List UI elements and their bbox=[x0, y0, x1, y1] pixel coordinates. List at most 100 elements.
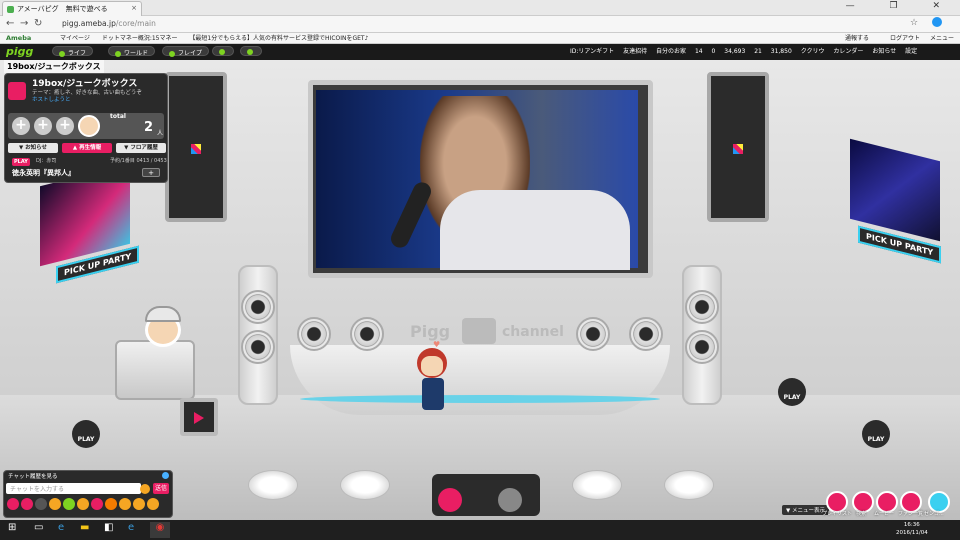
bookmark-mypage[interactable]: マイページ bbox=[60, 35, 90, 42]
file-explorer-icon[interactable]: ▬ bbox=[80, 522, 89, 533]
extra-label: ゼンゴ... bbox=[924, 511, 944, 517]
play-button-left[interactable]: PLAY bbox=[72, 420, 100, 448]
chat-input[interactable]: チャットを入力する bbox=[6, 483, 141, 494]
total-unit: 人 bbox=[157, 130, 164, 137]
add-member-button[interactable]: + bbox=[12, 117, 30, 135]
window-controls[interactable]: — ❐ ✕ bbox=[846, 1, 956, 11]
dj-name: DJ：赤司 bbox=[36, 158, 57, 164]
nav-world-label: ワールド bbox=[124, 50, 149, 57]
speaker-icon bbox=[297, 317, 331, 351]
emote-icon[interactable] bbox=[35, 498, 47, 510]
stage-glow bbox=[300, 395, 660, 403]
browser-tab-bar bbox=[0, 0, 960, 16]
bookmark-campaign[interactable]: 【最短1分でもらえる】人気の有料サービス登録でHICOINをGET♪ bbox=[189, 35, 368, 42]
life-icon bbox=[59, 50, 65, 57]
clock-date: 2016/11/04 bbox=[896, 530, 928, 536]
tab-close-icon[interactable]: × bbox=[131, 4, 137, 12]
play-badge: PLAY bbox=[12, 158, 30, 166]
edge-icon[interactable]: e bbox=[58, 522, 64, 533]
task-view-icon[interactable]: ▭ bbox=[34, 522, 43, 533]
taskbar-clock[interactable]: 16:36 2016/11/04 bbox=[896, 521, 928, 537]
nav-extra[interactable] bbox=[240, 46, 262, 56]
add-song-button[interactable]: + bbox=[142, 168, 160, 177]
emote-icon[interactable] bbox=[63, 498, 75, 510]
bookmark-dotmoney[interactable]: ドットマネー概況:15マネー bbox=[102, 35, 178, 42]
logout-link[interactable]: ログアウト bbox=[890, 33, 920, 42]
play-button-right-top[interactable]: PLAY bbox=[778, 378, 806, 406]
extra-icon bbox=[247, 48, 253, 55]
reload-icon[interactable]: ↻ bbox=[34, 18, 42, 29]
gift-link[interactable]: ID:リアンギフト bbox=[570, 48, 614, 55]
store-icon[interactable]: ◧ bbox=[104, 522, 113, 533]
floor-disc bbox=[248, 470, 298, 500]
speaker-icon bbox=[241, 290, 275, 324]
speaker-icon bbox=[350, 317, 384, 351]
url-path: /core/main bbox=[115, 19, 156, 28]
tab-news[interactable]: ▼ お知らせ bbox=[8, 143, 58, 153]
dj-monitor bbox=[180, 398, 218, 436]
member-avatar[interactable] bbox=[78, 115, 100, 137]
star-icon[interactable]: ☆ bbox=[910, 18, 918, 28]
gold-count: 31,850 bbox=[770, 48, 792, 55]
report-link[interactable]: 通報する bbox=[845, 33, 869, 42]
tab-playback[interactable]: ▲ 再生情報 bbox=[62, 143, 112, 153]
avatar-face[interactable] bbox=[421, 356, 443, 376]
forward-icon[interactable]: → bbox=[20, 18, 28, 29]
kukuriu-link[interactable]: ククリウ bbox=[801, 48, 825, 55]
news-link[interactable]: お知らせ bbox=[872, 48, 896, 55]
avatar-body[interactable] bbox=[422, 378, 444, 410]
ameba-brand[interactable]: Ameba bbox=[0, 33, 37, 43]
start-icon[interactable]: ⊞ bbox=[8, 522, 16, 533]
emote-icon[interactable] bbox=[119, 498, 131, 510]
extension-icon[interactable] bbox=[932, 17, 942, 27]
total-label: total bbox=[110, 113, 126, 120]
emote-icon[interactable] bbox=[49, 498, 61, 510]
url-field[interactable]: pigg.ameba.jp/core/main bbox=[52, 19, 892, 31]
back-icon[interactable]: ← bbox=[6, 18, 14, 29]
emote-heart-icon[interactable] bbox=[7, 498, 19, 510]
search-label: 検索 bbox=[856, 511, 867, 517]
invite-link[interactable]: 友達招待 bbox=[623, 48, 647, 55]
monitor-play-icon bbox=[194, 412, 204, 424]
stage-platform bbox=[290, 345, 670, 415]
emote-icon[interactable] bbox=[133, 498, 145, 510]
left-wall-panel bbox=[165, 72, 227, 222]
settings-link[interactable]: 設定 bbox=[905, 48, 917, 55]
nav-life-label: ライフ bbox=[68, 50, 87, 57]
total-count: 2 bbox=[144, 120, 154, 135]
playlist-label: プレイリスト bbox=[822, 511, 853, 517]
chat-close-icon[interactable] bbox=[162, 472, 169, 479]
calendar-link[interactable]: カレンダー bbox=[833, 48, 863, 55]
home-link[interactable]: 自分のお家 bbox=[656, 48, 686, 55]
ie-icon[interactable]: e bbox=[128, 522, 134, 533]
cube-icon bbox=[733, 144, 743, 154]
floor-disc bbox=[340, 470, 390, 500]
nav-shop[interactable] bbox=[212, 46, 234, 56]
add-member-button[interactable]: + bbox=[34, 117, 52, 135]
coin-count: 34,693 bbox=[724, 48, 746, 55]
emote-icon[interactable] bbox=[77, 498, 89, 510]
emote-icon[interactable] bbox=[105, 498, 117, 510]
browser-tab[interactable]: アメーバピグ 無料で遊べる × bbox=[2, 1, 142, 16]
neutral-reaction-icon[interactable] bbox=[498, 488, 522, 512]
emote-icon[interactable] bbox=[147, 498, 159, 510]
emote-heart-icon[interactable] bbox=[21, 498, 33, 510]
add-member-button[interactable]: + bbox=[56, 117, 74, 135]
smile-reaction-icon[interactable] bbox=[438, 488, 462, 512]
chat-send-button[interactable]: 送信 bbox=[153, 483, 169, 494]
nav-world[interactable]: ワールド bbox=[108, 46, 156, 57]
nav-play[interactable]: フレイプ bbox=[162, 46, 210, 57]
emoji-icon[interactable] bbox=[140, 484, 150, 494]
tab-floor-history[interactable]: ▼ フロア履歴 bbox=[116, 143, 166, 153]
speaker-icon bbox=[241, 330, 275, 364]
dj-booth[interactable] bbox=[115, 340, 195, 400]
nav-life[interactable]: ライフ bbox=[52, 46, 94, 57]
chat-history-link[interactable]: チャット履歴を見る bbox=[8, 472, 57, 480]
host-link[interactable]: ホストしようと bbox=[32, 95, 71, 103]
play-button-right[interactable]: PLAY bbox=[862, 420, 890, 448]
menu-link[interactable]: メニュー bbox=[930, 33, 954, 42]
emote-icon[interactable] bbox=[91, 498, 103, 510]
chrome-icon[interactable]: ◉ bbox=[150, 522, 170, 538]
speaker-icon bbox=[685, 330, 719, 364]
pigg-logo[interactable]: pigg bbox=[6, 45, 33, 58]
